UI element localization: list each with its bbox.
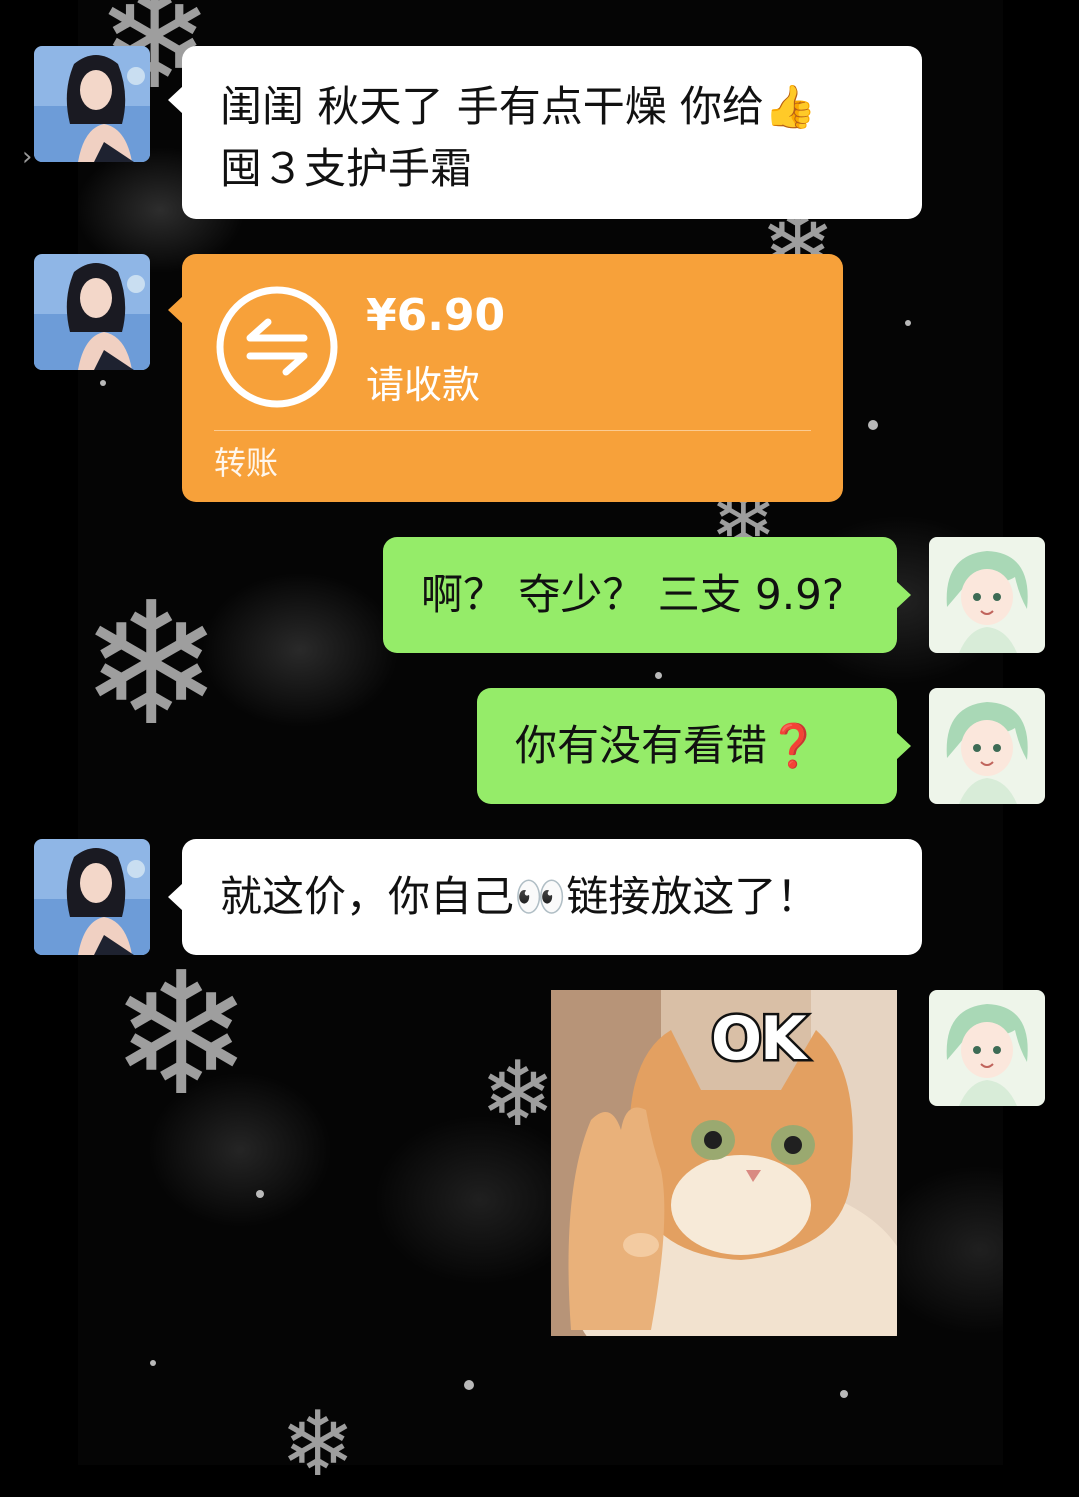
transfer-status: 请收款 [366,363,481,407]
snowflake-icon: ❄ [80,566,223,764]
my-avatar[interactable] [929,537,1045,653]
bubble-tail [896,581,911,609]
bubble-tail [168,296,183,324]
transfer-card[interactable]: ¥6.90 请收款 转账 [168,254,843,502]
message-bubble[interactable]: 啊？ 夺少？ 三支 9.9? [383,537,911,653]
message-text: 你有没有看错❓ [515,715,897,777]
message-line: 链接放这了！ [566,872,819,921]
snow-dot [868,420,878,430]
snow-dot [464,1380,474,1390]
transfer-amount: ¥6.90 [366,290,506,341]
message-line: 你有没有看错 [515,721,768,770]
snow-dot [256,1190,264,1198]
message-bubble[interactable]: 就这价，你自己👀链接放这了！ [168,839,922,955]
cat-ok-sticker[interactable]: OK [551,990,897,1336]
message-text: 就这价，你自己👀链接放这了！ [220,866,922,928]
eyes-emoji-icon: 👀 [514,872,567,921]
message-line: 囤３支护手霜 [220,144,473,193]
snow-dot [655,672,662,679]
message-line: 闺闺 秋天了 手有点干燥 你给 [220,82,765,131]
bubble-tail [168,86,183,114]
my-avatar[interactable] [929,688,1045,804]
contact-avatar[interactable] [34,46,150,162]
snowflake-icon: ❄ [110,936,253,1134]
left-margin [0,0,78,1465]
bubble-tail [168,883,183,911]
message-text: 闺闺 秋天了 手有点干燥 你给👍 囤３支护手霜 [220,76,922,200]
message-bubble[interactable]: 闺闺 秋天了 手有点干燥 你给👍 囤３支护手霜 [168,46,922,219]
divider [214,430,811,431]
message-bubble[interactable]: 你有没有看错❓ [477,688,911,804]
snowflake-icon: ❄ [280,1392,356,1497]
red-question-mark-icon: ❓ [767,721,820,770]
snow-dot [905,320,911,326]
snow-dot [840,1390,848,1398]
transfer-label: 转账 [214,444,279,482]
snow-dot [100,380,106,386]
side-arrow-icon[interactable]: › [22,142,32,172]
my-avatar[interactable] [929,990,1045,1106]
contact-avatar[interactable] [34,254,150,370]
snow-dot [150,1360,156,1366]
message-text: 啊？ 夺少？ 三支 9.9? [421,570,845,619]
transfer-arrows-icon [214,284,340,410]
bubble-tail [896,732,911,760]
message-line: 就这价，你自己 [220,872,515,921]
snowflake-icon: ❄ [480,1042,556,1147]
thumbs-up-emoji-icon: 👍 [764,82,817,131]
sticker-caption: OK [709,1002,809,1077]
contact-avatar[interactable] [34,839,150,955]
